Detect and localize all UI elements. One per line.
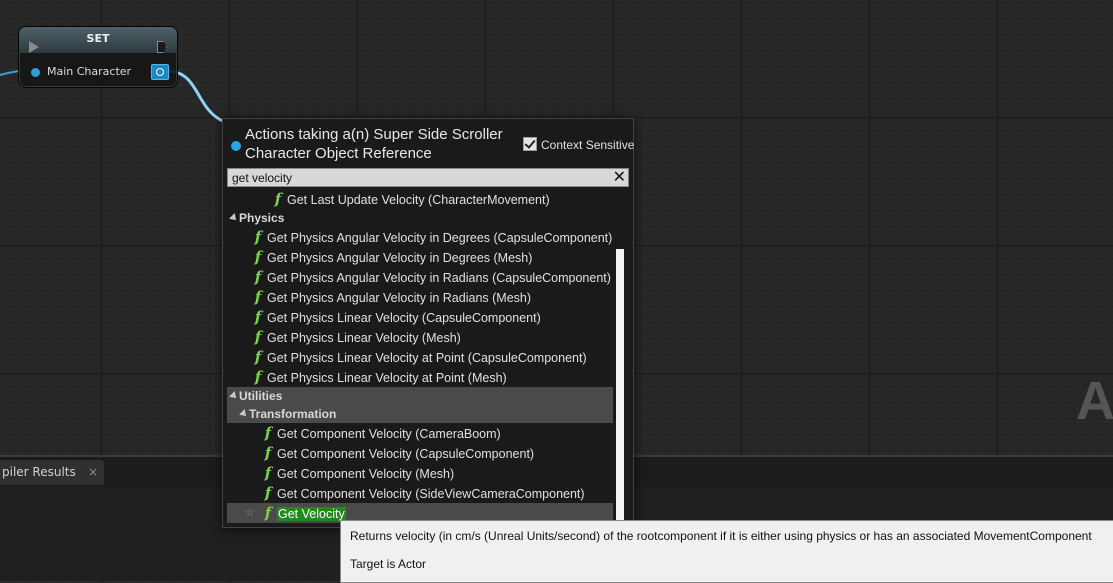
category-utilities[interactable]: Utilities xyxy=(227,387,613,405)
action-menu: Actions taking a(n) Super Side Scroller … xyxy=(222,118,634,528)
list-item[interactable]: f Get Physics Angular Velocity in Degrees… xyxy=(251,227,613,247)
category-physics[interactable]: Physics xyxy=(227,209,613,227)
expand-arrow-icon xyxy=(239,409,249,419)
category-transformation[interactable]: Transformation xyxy=(227,405,613,423)
function-icon: f xyxy=(254,348,262,366)
set-node[interactable]: SET Main Character xyxy=(18,26,178,88)
function-icon: f xyxy=(264,484,272,502)
background-watermark-letter: A xyxy=(1076,371,1113,431)
function-icon: f xyxy=(254,228,262,246)
tab-compiler-results-label: piler Results xyxy=(2,465,76,479)
function-icon: f xyxy=(254,248,262,266)
close-icon[interactable]: × xyxy=(88,460,98,485)
category-label: Transformation xyxy=(249,407,337,421)
action-tooltip: Returns velocity (in cm/s (Unreal Units/… xyxy=(340,520,1113,583)
list-item[interactable]: f Get Last Update Velocity (CharacterMove… xyxy=(271,189,613,209)
function-icon: f xyxy=(264,464,272,482)
list-item[interactable]: f Get Physics Angular Velocity in Radians… xyxy=(251,267,613,287)
function-icon: f xyxy=(254,328,262,346)
function-icon: f xyxy=(264,504,272,522)
list-item-label: Get Velocity xyxy=(277,507,346,521)
context-sensitive-label: Context Sensitive xyxy=(541,138,635,152)
function-icon: f xyxy=(254,268,262,286)
list-item-label: Get Physics Angular Velocity in Degrees … xyxy=(267,231,613,245)
exec-input-pin[interactable] xyxy=(29,41,39,53)
list-item-label: Get Component Velocity (Mesh) xyxy=(277,467,455,481)
list-item-label: Get Physics Angular Velocity in Degrees … xyxy=(267,251,533,265)
function-icon: f xyxy=(254,308,262,326)
main-character-pin-label: Main Character xyxy=(47,65,132,78)
clear-search-icon[interactable]: ✕ xyxy=(613,168,626,185)
list-item[interactable]: f Get Component Velocity (SideViewCameraC… xyxy=(261,483,613,503)
main-character-output-pin[interactable] xyxy=(151,64,169,80)
function-icon: f xyxy=(274,190,282,208)
search-box[interactable]: ✕ xyxy=(227,168,629,187)
list-item-label: Get Physics Angular Velocity in Radians … xyxy=(267,291,532,305)
set-node-title: SET xyxy=(19,27,177,53)
function-icon: f xyxy=(264,424,272,442)
list-item[interactable]: f Get Physics Linear Velocity (CapsuleCom… xyxy=(251,307,613,327)
expand-arrow-icon xyxy=(229,213,239,223)
tooltip-target: Target is Actor xyxy=(350,557,427,571)
main-character-input-pin[interactable] xyxy=(31,68,40,77)
list-item[interactable]: f Get Physics Angular Velocity in Radians… xyxy=(251,287,613,307)
list-item-label: Get Component Velocity (CameraBoom) xyxy=(277,427,501,441)
list-item-label: Get Physics Linear Velocity at Point (Ca… xyxy=(267,351,587,365)
action-menu-header: Actions taking a(n) Super Side Scroller … xyxy=(223,119,634,167)
list-item-label: Get Last Update Velocity (CharacterMovem… xyxy=(287,193,550,207)
list-item-label: Get Component Velocity (CapsuleComponent… xyxy=(277,447,535,461)
scrollbar-thumb[interactable] xyxy=(616,249,624,525)
tooltip-description: Returns velocity (in cm/s (Unreal Units/… xyxy=(350,529,1092,543)
expand-arrow-icon xyxy=(229,391,239,401)
category-label: Physics xyxy=(239,211,285,225)
list-item-label: Get Physics Linear Velocity (CapsuleComp… xyxy=(267,311,541,325)
list-item[interactable]: f Get Component Velocity (CameraBoom) xyxy=(261,423,613,443)
list-item[interactable]: f Get Component Velocity (Mesh) xyxy=(261,463,613,483)
action-menu-title: Actions taking a(n) Super Side Scroller … xyxy=(245,126,503,162)
search-input[interactable] xyxy=(232,169,602,186)
favorite-star-icon[interactable]: ☆ xyxy=(245,503,255,523)
function-icon: f xyxy=(254,288,262,306)
action-list[interactable]: f Get Last Update Velocity (CharacterMove… xyxy=(227,189,613,525)
list-item[interactable]: f Get Component Velocity (CapsuleComponen… xyxy=(261,443,613,463)
category-label: Utilities xyxy=(239,389,283,403)
context-sensitive-checkbox[interactable] xyxy=(523,137,537,151)
context-sensitive-toggle[interactable]: Context Sensitive xyxy=(523,137,634,152)
list-item-label: Get Physics Linear Velocity at Point (Me… xyxy=(267,371,507,385)
list-item-label: Get Physics Angular Velocity in Radians … xyxy=(267,271,611,285)
list-item[interactable]: f Get Physics Linear Velocity (Mesh) xyxy=(251,327,613,347)
list-item-label: Get Physics Linear Velocity (Mesh) xyxy=(267,331,461,345)
list-item[interactable]: f Get Physics Angular Velocity in Degrees… xyxy=(251,247,613,267)
function-icon: f xyxy=(264,444,272,462)
tab-compiler-results[interactable]: piler Results × xyxy=(0,460,104,485)
list-item-label: Get Component Velocity (SideViewCameraCo… xyxy=(277,487,585,501)
list-item[interactable]: f Get Physics Linear Velocity at Point (M… xyxy=(251,367,613,387)
function-icon: f xyxy=(254,368,262,386)
object-reference-pin-icon xyxy=(231,141,241,151)
list-item[interactable]: f Get Physics Linear Velocity at Point (C… xyxy=(251,347,613,367)
